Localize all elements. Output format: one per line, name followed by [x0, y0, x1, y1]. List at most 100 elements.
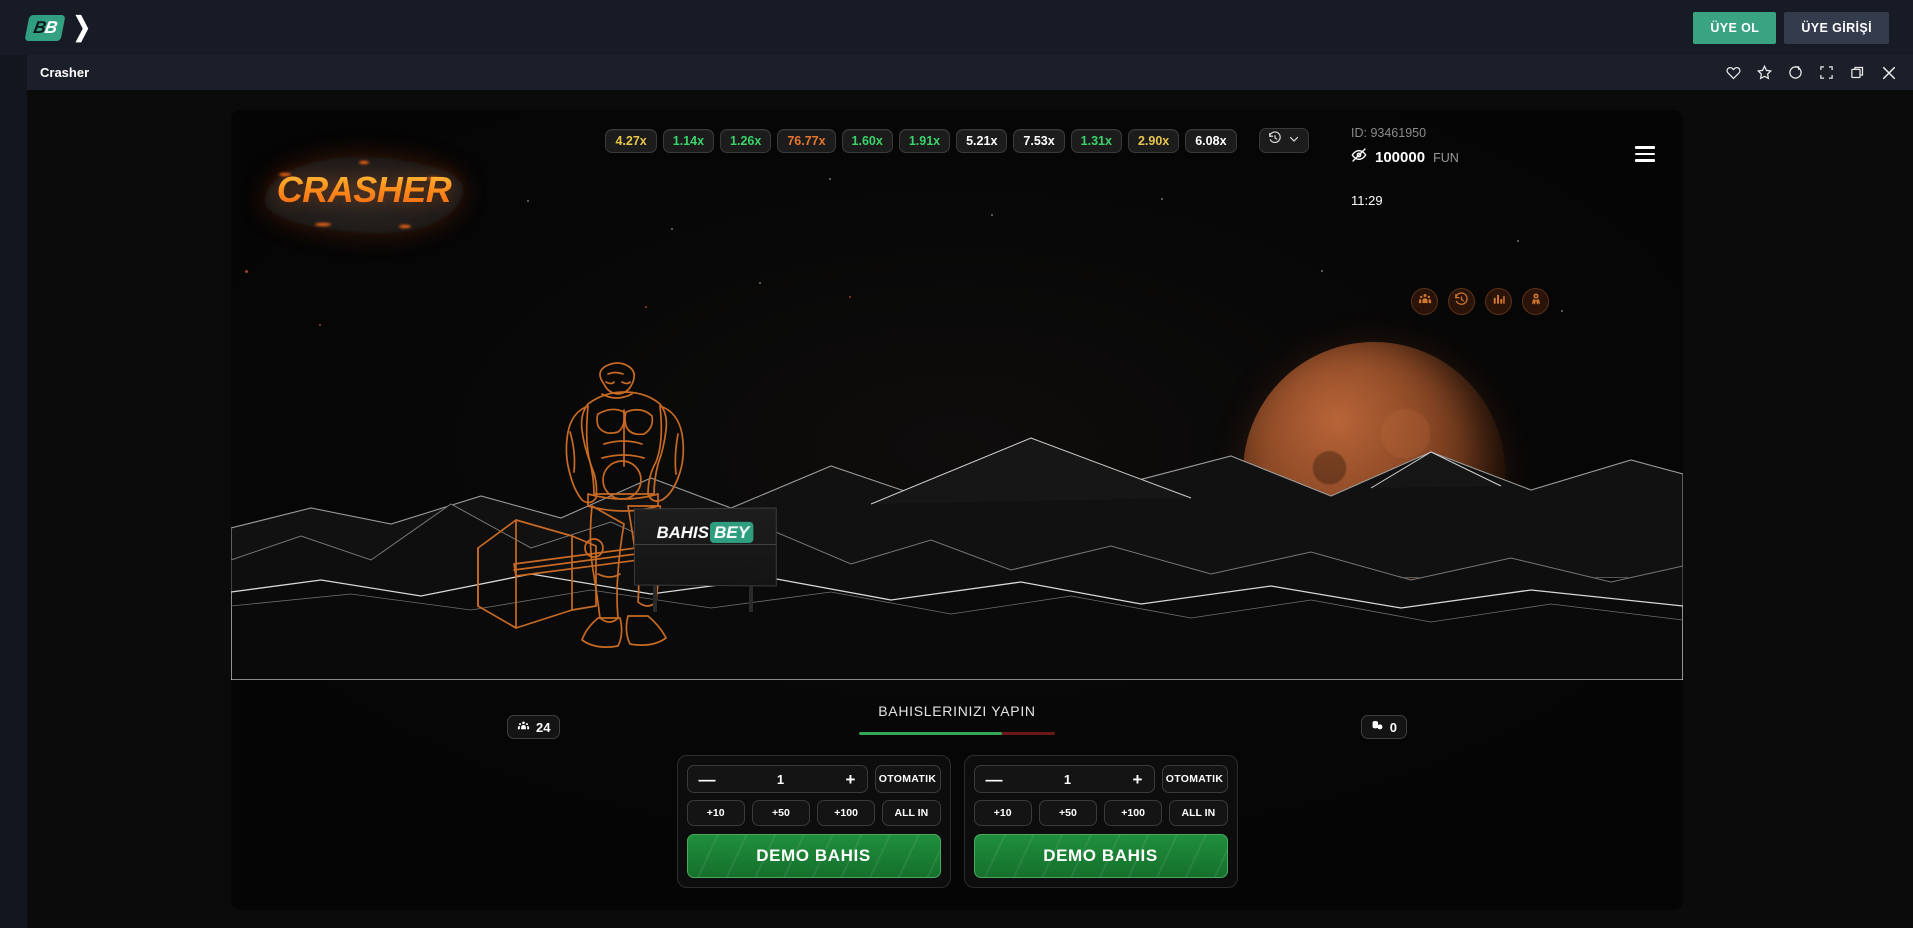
heart-icon[interactable]	[1726, 65, 1741, 80]
increment-button-2[interactable]: +	[1133, 771, 1143, 788]
rank-icon-button[interactable]	[1522, 288, 1549, 315]
history-chip[interactable]: 7.53x	[1013, 128, 1065, 153]
bet-amount-row: — 1 + OTOMATIK	[686, 765, 941, 793]
balance-amount: 100000	[1375, 149, 1426, 166]
bet-panels: — 1 + OTOMATIK +10 +50 +100 ALL IN DEMO …	[231, 755, 1683, 910]
history-chip[interactable]: 4.27x	[605, 128, 657, 153]
quick-add-10-1[interactable]: +10	[686, 800, 745, 826]
star	[527, 200, 529, 202]
refresh-icon[interactable]	[1788, 65, 1803, 80]
game-canvas[interactable]: CRASHER 4.27x 1.14x 1.26x 76.77x 1.60x 1…	[231, 110, 1683, 910]
sign-text: BAHIS BEY	[656, 521, 754, 543]
player-id-label: ID: 93461950	[1351, 126, 1427, 140]
quick-add-50-2[interactable]: +50	[1038, 800, 1097, 826]
place-bet-button-1[interactable]: DEMO BAHIS	[686, 834, 941, 878]
round-status-row: BAHISLERINIZI YAPIN 24 0	[231, 695, 1683, 755]
bet-amount-row-2: — 1 + OTOMATIK	[973, 765, 1228, 793]
login-button[interactable]: ÜYE GİRİŞİ	[1784, 11, 1889, 44]
star	[849, 296, 851, 298]
history-chip[interactable]: 5.21x	[956, 128, 1008, 153]
history-clock-icon	[1268, 131, 1282, 150]
cashout-count-value: 0	[1389, 719, 1397, 735]
mountain-ridge-near	[231, 520, 1683, 680]
star	[1321, 270, 1323, 272]
round-progress-bar	[859, 732, 1055, 735]
quick-all-in-1[interactable]: ALL IN	[882, 800, 941, 826]
star-icon[interactable]	[1757, 65, 1772, 80]
history-chip[interactable]: 1.31x	[1070, 128, 1122, 153]
players-icon	[1418, 292, 1432, 311]
round-status-text: BAHISLERINIZI YAPIN	[878, 703, 1036, 719]
betting-area: BAHISLERINIZI YAPIN 24 0 — 1 + OTOMATIK …	[231, 695, 1683, 910]
clock-time: 11:29	[1351, 193, 1383, 208]
bet-panel-1: — 1 + OTOMATIK +10 +50 +100 ALL IN DEMO …	[676, 755, 951, 888]
quick-amount-row-2: +10 +50 +100 ALL IN	[973, 800, 1228, 826]
star	[645, 306, 647, 308]
game-window-controls	[1726, 65, 1897, 81]
players-icon-button[interactable]	[1411, 288, 1438, 315]
bahisbey-signboard: BAHIS BEY	[633, 507, 777, 612]
close-icon[interactable]	[1881, 65, 1897, 81]
quick-all-in-2[interactable]: ALL IN	[1169, 800, 1228, 826]
history-toggle-button[interactable]	[1258, 128, 1309, 153]
stats-icon-button[interactable]	[1485, 288, 1512, 315]
game-stage-container: CRASHER 4.27x 1.14x 1.26x 76.77x 1.60x 1…	[27, 90, 1913, 928]
popout-icon[interactable]	[1850, 65, 1865, 80]
players-count-value: 24	[536, 719, 551, 735]
brand-logo[interactable]: BB ❯	[24, 14, 91, 41]
history-chip[interactable]: 6.08x	[1185, 128, 1237, 153]
star	[245, 270, 248, 273]
rank-icon	[1529, 292, 1543, 311]
round-progress-fill	[859, 732, 1003, 735]
history-chip[interactable]: 2.90x	[1127, 128, 1180, 153]
bet-amount-value-1[interactable]: 1	[777, 772, 784, 787]
menu-icon[interactable]	[1635, 146, 1655, 162]
balance-currency: FUN	[1433, 150, 1459, 165]
eye-off-icon[interactable]	[1351, 147, 1367, 168]
bet-amount-stepper-2[interactable]: — 1 +	[973, 765, 1155, 793]
history-chip[interactable]: 1.91x	[898, 128, 951, 153]
decrement-button-1[interactable]: —	[699, 771, 716, 788]
player-balance: 100000 FUN	[1351, 147, 1459, 168]
star	[759, 282, 761, 284]
signup-button[interactable]: ÜYE OL	[1693, 11, 1777, 44]
sign-leg	[653, 586, 657, 612]
quick-add-10-2[interactable]: +10	[973, 800, 1032, 826]
history-chip[interactable]: 1.60x	[841, 128, 893, 153]
sign-text-bahis: BAHIS	[656, 522, 709, 543]
quick-add-100-1[interactable]: +100	[817, 800, 876, 826]
history-chip[interactable]: 1.26x	[720, 128, 772, 153]
sign-text-bey: BEY	[709, 521, 754, 543]
bet-panel-2: — 1 + OTOMATIK +10 +50 +100 ALL IN DEMO …	[963, 755, 1238, 888]
players-count-badge[interactable]: 24	[507, 715, 561, 739]
history-icon-button[interactable]	[1448, 288, 1475, 315]
star	[1517, 240, 1519, 242]
player-hud: ID: 93461950 100000 FUN 11:29	[1351, 126, 1459, 208]
cashout-count-badge[interactable]: 0	[1360, 715, 1407, 739]
chevron-down-icon	[1288, 132, 1300, 150]
top-navigation-bar: BB ❯ ÜYE OL ÜYE GİRİŞİ	[0, 0, 1913, 55]
history-chip[interactable]: 1.14x	[662, 128, 715, 153]
place-bet-button-2[interactable]: DEMO BAHIS	[973, 834, 1228, 878]
fullscreen-icon[interactable]	[1819, 65, 1834, 80]
increment-button-1[interactable]: +	[846, 771, 856, 788]
multiplier-history-bar: 4.27x 1.14x 1.26x 76.77x 1.60x 1.91x 5.2…	[231, 110, 1683, 153]
decrement-button-2[interactable]: —	[986, 771, 1003, 788]
bet-amount-value-2[interactable]: 1	[1064, 772, 1071, 787]
hud-action-buttons	[1411, 288, 1549, 315]
bet-amount-stepper-1[interactable]: — 1 +	[686, 765, 868, 793]
auto-bet-button-2[interactable]: OTOMATIK	[1161, 765, 1228, 793]
chevron-right-icon[interactable]: ❯	[73, 14, 91, 40]
page-title: Crasher	[40, 65, 90, 80]
sign-leg	[749, 586, 753, 612]
top-bar-actions: ÜYE OL ÜYE GİRİŞİ	[1693, 11, 1889, 44]
quick-add-50-1[interactable]: +50	[751, 800, 810, 826]
players-group-icon	[517, 719, 530, 735]
coins-icon	[1371, 719, 1384, 735]
star	[671, 228, 673, 230]
star	[991, 214, 993, 216]
auto-bet-button-1[interactable]: OTOMATIK	[874, 765, 941, 793]
history-chip[interactable]: 76.77x	[777, 128, 836, 153]
quick-add-100-2[interactable]: +100	[1104, 800, 1163, 826]
stats-icon	[1492, 292, 1506, 311]
